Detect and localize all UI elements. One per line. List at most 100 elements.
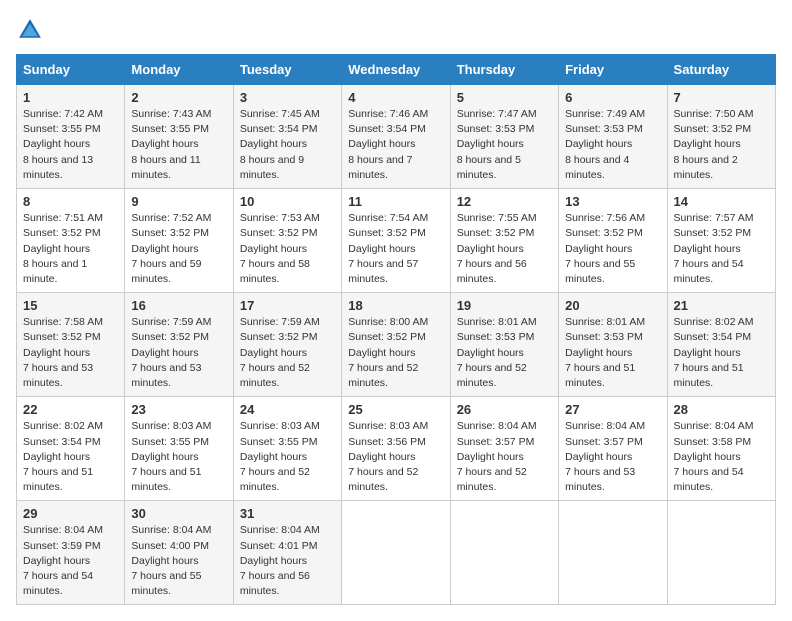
day-info: Sunrise: 7:59 AMSunset: 3:52 PMDaylight …	[240, 315, 335, 391]
day-number: 16	[131, 298, 226, 313]
day-number: 29	[23, 506, 118, 521]
calendar-cell: 19Sunrise: 8:01 AMSunset: 3:53 PMDayligh…	[450, 293, 558, 397]
calendar-cell: 12 Sunrise: 7:55 AMSunset: 3:52 PMDayligh…	[450, 189, 558, 293]
day-number: 1	[23, 90, 118, 105]
calendar-week-2: 8 Sunrise: 7:51 AMSunset: 3:52 PMDaylight…	[17, 189, 776, 293]
day-info: Sunrise: 7:51 AMSunset: 3:52 PMDaylight …	[23, 211, 118, 287]
calendar-cell: 4Sunrise: 7:46 AMSunset: 3:54 PMDaylight…	[342, 85, 450, 189]
calendar-cell	[667, 501, 775, 605]
calendar-cell: 24 Sunrise: 8:03 AMSunset: 3:55 PMDayligh…	[233, 397, 341, 501]
day-number: 30	[131, 506, 226, 521]
day-number: 10	[240, 194, 335, 209]
calendar-cell: 2 Sunrise: 7:43 AMSunset: 3:55 PMDaylight…	[125, 85, 233, 189]
page-header	[16, 16, 776, 44]
day-info: Sunrise: 7:56 AMSunset: 3:52 PMDaylight …	[565, 211, 660, 287]
day-number: 24	[240, 402, 335, 417]
column-header-sunday: Sunday	[17, 55, 125, 85]
column-header-tuesday: Tuesday	[233, 55, 341, 85]
day-number: 12	[457, 194, 552, 209]
day-info: Sunrise: 8:04 AMSunset: 3:57 PMDaylight …	[457, 419, 552, 495]
day-number: 17	[240, 298, 335, 313]
day-number: 27	[565, 402, 660, 417]
calendar-table: SundayMondayTuesdayWednesdayThursdayFrid…	[16, 54, 776, 605]
day-info: Sunrise: 8:03 AMSunset: 3:56 PMDaylight …	[348, 419, 443, 495]
calendar-cell: 9 Sunrise: 7:52 AMSunset: 3:52 PMDaylight…	[125, 189, 233, 293]
calendar-cell: 10 Sunrise: 7:53 AMSunset: 3:52 PMDayligh…	[233, 189, 341, 293]
day-info: Sunrise: 8:04 AMSunset: 3:58 PMDaylight …	[674, 419, 769, 495]
day-info: Sunrise: 8:02 AMSunset: 3:54 PMDaylight …	[23, 419, 118, 495]
day-number: 18	[348, 298, 443, 313]
calendar-cell: 8 Sunrise: 7:51 AMSunset: 3:52 PMDaylight…	[17, 189, 125, 293]
calendar-cell: 3 Sunrise: 7:45 AMSunset: 3:54 PMDaylight…	[233, 85, 341, 189]
calendar-cell: 28 Sunrise: 8:04 AMSunset: 3:58 PMDayligh…	[667, 397, 775, 501]
calendar-cell: 1 Sunrise: 7:42 AMSunset: 3:55 PMDaylight…	[17, 85, 125, 189]
day-number: 3	[240, 90, 335, 105]
logo-icon	[16, 16, 44, 44]
calendar-cell: 27 Sunrise: 8:04 AMSunset: 3:57 PMDayligh…	[559, 397, 667, 501]
day-info: Sunrise: 7:45 AMSunset: 3:54 PMDaylight …	[240, 107, 335, 183]
calendar-cell: 26 Sunrise: 8:04 AMSunset: 3:57 PMDayligh…	[450, 397, 558, 501]
day-info: Sunrise: 8:04 AMSunset: 3:59 PMDaylight …	[23, 523, 118, 599]
day-number: 25	[348, 402, 443, 417]
calendar-cell: 18 Sunrise: 8:00 AMSunset: 3:52 PMDayligh…	[342, 293, 450, 397]
day-number: 7	[674, 90, 769, 105]
day-info: Sunrise: 8:04 AMSunset: 4:00 PMDaylight …	[131, 523, 226, 599]
calendar-cell: 15Sunrise: 7:58 AMSunset: 3:52 PMDayligh…	[17, 293, 125, 397]
day-info: Sunrise: 7:55 AMSunset: 3:52 PMDaylight …	[457, 211, 552, 287]
day-info: Sunrise: 7:52 AMSunset: 3:52 PMDaylight …	[131, 211, 226, 287]
day-info: Sunrise: 7:50 AMSunset: 3:52 PMDaylight …	[674, 107, 769, 183]
calendar-week-5: 29 Sunrise: 8:04 AMSunset: 3:59 PMDayligh…	[17, 501, 776, 605]
day-info: Sunrise: 7:53 AMSunset: 3:52 PMDaylight …	[240, 211, 335, 287]
calendar-cell: 31 Sunrise: 8:04 AMSunset: 4:01 PMDayligh…	[233, 501, 341, 605]
day-info: Sunrise: 7:43 AMSunset: 3:55 PMDaylight …	[131, 107, 226, 183]
day-info: Sunrise: 7:47 AMSunset: 3:53 PMDaylight …	[457, 107, 552, 183]
calendar-cell: 23Sunrise: 8:03 AMSunset: 3:55 PMDayligh…	[125, 397, 233, 501]
calendar-cell	[342, 501, 450, 605]
day-number: 22	[23, 402, 118, 417]
calendar-cell: 6 Sunrise: 7:49 AMSunset: 3:53 PMDaylight…	[559, 85, 667, 189]
column-header-friday: Friday	[559, 55, 667, 85]
calendar-cell: 22 Sunrise: 8:02 AMSunset: 3:54 PMDayligh…	[17, 397, 125, 501]
day-info: Sunrise: 8:03 AMSunset: 3:55 PMDaylight …	[131, 419, 226, 495]
calendar-cell: 20 Sunrise: 8:01 AMSunset: 3:53 PMDayligh…	[559, 293, 667, 397]
calendar-week-1: 1 Sunrise: 7:42 AMSunset: 3:55 PMDaylight…	[17, 85, 776, 189]
column-header-monday: Monday	[125, 55, 233, 85]
day-number: 8	[23, 194, 118, 209]
day-number: 26	[457, 402, 552, 417]
day-info: Sunrise: 8:04 AMSunset: 3:57 PMDaylight …	[565, 419, 660, 495]
day-info: Sunrise: 7:42 AMSunset: 3:55 PMDaylight …	[23, 107, 118, 183]
column-header-saturday: Saturday	[667, 55, 775, 85]
calendar-week-4: 22 Sunrise: 8:02 AMSunset: 3:54 PMDayligh…	[17, 397, 776, 501]
day-number: 31	[240, 506, 335, 521]
day-number: 14	[674, 194, 769, 209]
calendar-cell: 7 Sunrise: 7:50 AMSunset: 3:52 PMDaylight…	[667, 85, 775, 189]
day-info: Sunrise: 8:01 AMSunset: 3:53 PMDaylight …	[565, 315, 660, 391]
calendar-week-3: 15Sunrise: 7:58 AMSunset: 3:52 PMDayligh…	[17, 293, 776, 397]
calendar-cell	[559, 501, 667, 605]
day-number: 21	[674, 298, 769, 313]
calendar-cell: 29 Sunrise: 8:04 AMSunset: 3:59 PMDayligh…	[17, 501, 125, 605]
day-number: 4	[348, 90, 443, 105]
calendar-cell: 17 Sunrise: 7:59 AMSunset: 3:52 PMDayligh…	[233, 293, 341, 397]
day-number: 6	[565, 90, 660, 105]
day-number: 28	[674, 402, 769, 417]
day-info: Sunrise: 8:00 AMSunset: 3:52 PMDaylight …	[348, 315, 443, 391]
calendar-cell: 13 Sunrise: 7:56 AMSunset: 3:52 PMDayligh…	[559, 189, 667, 293]
day-info: Sunrise: 7:54 AMSunset: 3:52 PMDaylight …	[348, 211, 443, 287]
day-info: Sunrise: 8:04 AMSunset: 4:01 PMDaylight …	[240, 523, 335, 599]
calendar-cell: 25 Sunrise: 8:03 AMSunset: 3:56 PMDayligh…	[342, 397, 450, 501]
day-number: 13	[565, 194, 660, 209]
calendar-cell: 5 Sunrise: 7:47 AMSunset: 3:53 PMDaylight…	[450, 85, 558, 189]
day-number: 19	[457, 298, 552, 313]
day-info: Sunrise: 8:03 AMSunset: 3:55 PMDaylight …	[240, 419, 335, 495]
day-number: 20	[565, 298, 660, 313]
column-header-thursday: Thursday	[450, 55, 558, 85]
day-info: Sunrise: 7:59 AMSunset: 3:52 PMDaylight …	[131, 315, 226, 391]
day-info: Sunrise: 7:49 AMSunset: 3:53 PMDaylight …	[565, 107, 660, 183]
day-number: 9	[131, 194, 226, 209]
day-number: 15	[23, 298, 118, 313]
logo	[16, 16, 48, 44]
calendar-cell: 30 Sunrise: 8:04 AMSunset: 4:00 PMDayligh…	[125, 501, 233, 605]
day-number: 5	[457, 90, 552, 105]
day-number: 2	[131, 90, 226, 105]
